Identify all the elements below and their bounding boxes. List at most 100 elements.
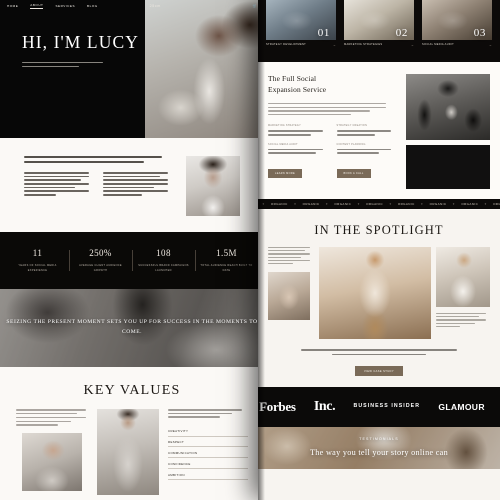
- ticker-word: Organic: [461, 202, 479, 206]
- service-card[interactable]: 02 Marketing Strategies →: [344, 0, 414, 52]
- intro-section: I am a strong advocate for chasing your …: [0, 138, 264, 232]
- service-card[interactable]: 01 Strategy Development →: [266, 0, 336, 52]
- intro-column-right: Molestie pretium tellus tellus risus ame…: [103, 172, 174, 198]
- learn-more-button[interactable]: Learn More: [268, 168, 303, 179]
- ticker-word: Organic: [334, 202, 352, 206]
- stat-item: 1.5M Total audience reach built to date: [195, 248, 258, 273]
- service-card[interactable]: 03 Social Media Audit →: [422, 0, 492, 52]
- stat-value: 250%: [89, 248, 112, 258]
- sparkle-icon: ✦: [325, 202, 329, 206]
- press-logo-glamour: GLAMOUR: [438, 401, 485, 412]
- service-card-number: 02: [395, 27, 408, 39]
- stats-band: 11 Years of social media experience 250%…: [0, 232, 264, 290]
- value-item[interactable]: Respect: [168, 437, 248, 448]
- sparkle-icon: ✦: [293, 202, 297, 206]
- sparkle-icon: ✦: [484, 202, 488, 206]
- testimonials-headline: The way you tell your story online can: [309, 447, 449, 457]
- service-intro-text: Everything we do makes your brand presen…: [268, 103, 396, 116]
- press-logo-forbes: Forbes: [259, 398, 296, 414]
- key-values-blurb: Vestibulum venenatis tellus nibh amet si…: [16, 409, 92, 426]
- key-values-photo-primary: [97, 409, 159, 496]
- cart-icon[interactable]: 🛒: [253, 4, 257, 8]
- spotlight-photo-small: [268, 272, 310, 321]
- testimonials-kicker: TESTIMONIALS: [359, 436, 399, 441]
- feature-value: See your growth and deliver it into the …: [268, 148, 328, 154]
- spotlight-photo-side: [436, 247, 490, 307]
- right-page-mockup: 01 Strategy Development → 02 Marketing S…: [258, 0, 500, 500]
- ticker-word: Organic: [270, 202, 288, 206]
- value-item[interactable]: Communication: [168, 447, 248, 459]
- stat-item: 108 Successful brand campaigns launched: [132, 248, 195, 273]
- sparkle-icon: ✦: [357, 202, 361, 206]
- testimonials-section: TESTIMONIALS The way you tell your story…: [258, 426, 500, 469]
- hero-subtitle: I am thrilled to invite you into my worl…: [22, 61, 110, 68]
- quote-text: Seizing the present moment sets you up f…: [6, 319, 258, 336]
- stat-value: 1.5M: [216, 248, 237, 258]
- ticker-word: Organic: [366, 202, 383, 206]
- press-logo-inc: Inc.: [313, 398, 336, 414]
- spotlight-title: IN THE SPOTLIGHT: [314, 223, 444, 237]
- studio-photo: [406, 74, 490, 140]
- service-card-label: Marketing Strategies: [344, 43, 383, 46]
- stat-value: 108: [156, 248, 171, 258]
- sparkle-icon: ✦: [262, 202, 265, 206]
- spotlight-photo-main: [319, 247, 431, 339]
- site-brand-logo[interactable]: 25cm: [150, 4, 161, 8]
- spotlight-note-right: Before refining Skye's content strategy …: [436, 313, 490, 327]
- spotlight-note-left: Skye experienced a surge of UGC-led grow…: [268, 247, 314, 265]
- stat-label: Years of social media experience: [18, 264, 57, 272]
- nav-item-about[interactable]: About: [30, 3, 44, 9]
- screenshot-stage: Home About Services Blog 25cm 🛒 HI, I'M …: [0, 0, 500, 500]
- stat-label: Total audience reach built to date: [200, 264, 253, 272]
- service-cards-row: 01 Strategy Development → 02 Marketing S…: [258, 0, 500, 62]
- nav-item-blog[interactable]: Blog: [87, 4, 98, 8]
- press-logo-business-insider: BUSINESS INSIDER: [353, 402, 421, 409]
- view-case-study-button[interactable]: View Case Study: [355, 366, 403, 377]
- sparkle-icon: ✦: [420, 202, 424, 206]
- hero-title: HI, I'M LUCY: [22, 32, 139, 52]
- feature-value: Options of creative content marketing on…: [336, 130, 397, 136]
- arrow-right-icon[interactable]: →: [333, 43, 336, 47]
- service-card-number: 03: [473, 27, 486, 39]
- service-card-label: Strategy Development: [266, 43, 307, 46]
- service-title-line2: Expansion Service: [268, 84, 327, 94]
- book-call-button[interactable]: Book A Call: [336, 168, 371, 179]
- arrow-right-icon[interactable]: →: [411, 43, 414, 47]
- intro-portrait-photo: [186, 156, 240, 216]
- feature-key: Social Media Audit: [268, 142, 298, 146]
- nav-item-services[interactable]: Services: [55, 4, 75, 8]
- key-values-photo-secondary: [22, 432, 82, 491]
- sparkle-icon: ✦: [388, 202, 392, 206]
- feature-value: Tailored marketing campaigns for high RO…: [268, 130, 328, 136]
- value-item[interactable]: Creativity: [168, 426, 248, 437]
- intro-lead-text: I am a strong advocate for chasing your …: [24, 156, 174, 163]
- key-values-title: KEY VALUES: [83, 383, 181, 399]
- value-item[interactable]: Confidence: [168, 458, 248, 470]
- nav-item-home[interactable]: Home: [7, 4, 18, 8]
- hero-section: Home About Services Blog 25cm 🛒 HI, I'M …: [0, 0, 264, 138]
- sparkle-icon: ✦: [452, 202, 456, 206]
- service-title: The Full Social Expansion Service: [268, 74, 396, 95]
- hero-portrait-photo: [145, 0, 264, 138]
- stat-label: Successful brand campaigns launched: [138, 264, 189, 272]
- value-item[interactable]: Ambition: [168, 469, 248, 481]
- press-logos-band: Forbes Inc. BUSINESS INSIDER GLAMOUR: [258, 386, 500, 427]
- service-card-number: 01: [317, 27, 330, 39]
- hero-copy: HI, I'M LUCY I am thrilled to invite you…: [0, 0, 145, 138]
- left-page-mockup: Home About Services Blog 25cm 🛒 HI, I'M …: [0, 0, 264, 500]
- service-feature: Strategy Creation Options of creative co…: [336, 124, 397, 179]
- key-values-list: Creativity Respect Communication Confide…: [168, 426, 248, 481]
- feature-key: Strategy Creation: [336, 124, 368, 128]
- service-detail-section: The Full Social Expansion Service Everyt…: [258, 62, 500, 199]
- stat-value: 11: [32, 248, 43, 258]
- intro-column-left: Molestie venenatis tellus tellus nisi am…: [24, 172, 95, 198]
- main-navigation: Home About Services Blog 25cm 🛒: [0, 0, 264, 12]
- ticker-word: Organic: [429, 202, 447, 206]
- stat-label: Average client audience growth: [79, 264, 122, 272]
- arrow-right-icon[interactable]: →: [489, 43, 492, 47]
- ticker-word: Organic: [493, 202, 500, 206]
- spotlight-caption: Since partnering, Skye has experienced a…: [294, 349, 464, 356]
- stat-item: 11 Years of social media experience: [6, 248, 69, 273]
- key-values-note: My business approach is firmly rooted in…: [168, 409, 248, 418]
- dark-panel: [406, 145, 490, 189]
